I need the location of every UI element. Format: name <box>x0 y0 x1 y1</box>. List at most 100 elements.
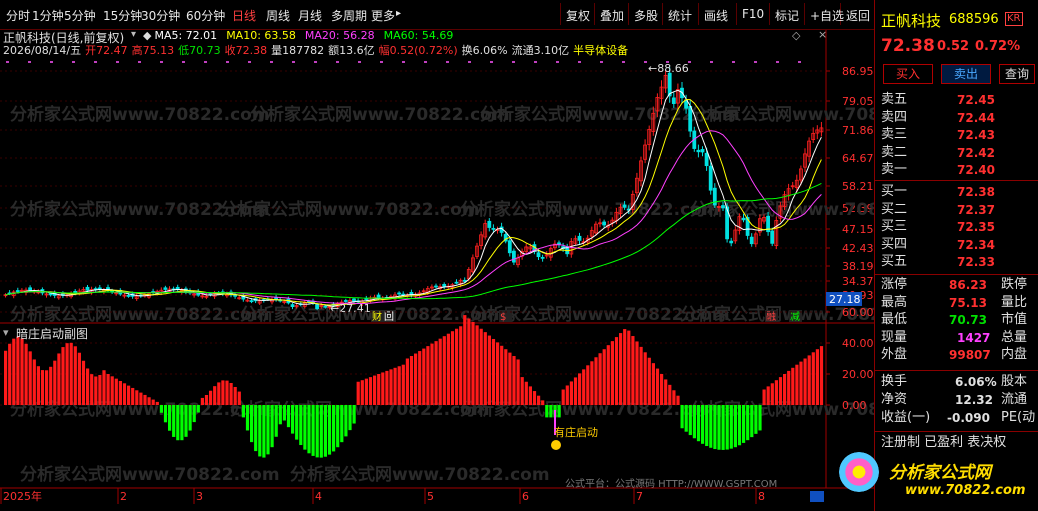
period-tab[interactable]: 多周期 <box>331 7 367 24</box>
period-tab[interactable]: 60分钟 <box>186 7 225 24</box>
sub-bar <box>147 397 151 405</box>
watermark-text: 分析家公式网www.70822.com <box>690 104 874 125</box>
sub-bar <box>393 367 397 405</box>
bid-level-price[interactable]: 72.37 <box>957 202 995 218</box>
chevron-down-icon[interactable]: ▾ <box>3 326 9 339</box>
ma-value: MA5: 72.01 <box>154 29 218 42</box>
toolbar-divider <box>560 3 561 25</box>
toolbar-button[interactable]: F10 <box>742 7 764 21</box>
kline-chart[interactable]: 86.9579.0571.8664.6758.2152.3947.1542.43… <box>0 30 874 511</box>
marker-dot <box>754 61 757 63</box>
sub-bar <box>4 350 8 405</box>
sub-bar <box>737 405 742 446</box>
watermark-text: 分析家公式网www.70822.com <box>10 304 270 325</box>
period-tab[interactable]: 更多 <box>371 7 395 24</box>
candle-body <box>15 290 20 292</box>
sub-bar <box>754 405 758 434</box>
sub-bar <box>602 349 606 405</box>
sub-bar <box>688 405 692 436</box>
period-tab[interactable]: 月线 <box>298 7 322 24</box>
scroll-handle[interactable] <box>810 491 824 502</box>
stat-label: 最低 <box>881 312 908 328</box>
sub-bar <box>701 405 705 444</box>
more-arrow-icon[interactable]: ▸ <box>396 8 401 19</box>
ask-level-price[interactable]: 72.44 <box>957 110 995 126</box>
toolbar-button[interactable]: 多股 <box>634 7 658 24</box>
marker-dot <box>182 61 185 63</box>
sub-bar <box>86 368 90 405</box>
price-change: 0.52 <box>937 39 970 54</box>
event-mark[interactable]: 融 <box>766 311 776 323</box>
period-tab[interactable]: 分时 <box>6 7 30 24</box>
bid-level-price[interactable]: 72.38 <box>957 184 995 200</box>
price-tick-label: 38.19 <box>842 260 874 273</box>
watermark-text: 分析家公式网www.70822.com <box>10 104 270 125</box>
chevron-down-icon[interactable]: ▾ <box>131 29 136 40</box>
event-mark[interactable]: 回 <box>384 311 394 323</box>
marker-dot <box>248 61 251 63</box>
sub-bar <box>672 390 676 405</box>
ask-level-price[interactable]: 72.42 <box>957 145 995 161</box>
trade-button[interactable]: 查询 <box>999 64 1035 84</box>
sub-bar <box>467 318 471 405</box>
last-price: 72.38 <box>881 36 935 56</box>
marker-dot <box>578 61 581 63</box>
toolbar-button[interactable]: 返回 <box>846 7 870 24</box>
trade-button[interactable]: 买入 <box>883 64 933 84</box>
event-mark[interactable]: 减 <box>790 311 800 323</box>
ask-level-label: 卖一 <box>881 162 908 178</box>
toolbar-button[interactable]: 画线 <box>704 7 728 24</box>
stat-label-2: 跌停 <box>1001 277 1028 292</box>
sub-bar <box>409 356 414 405</box>
toolbar-button[interactable]: 标记 <box>775 7 799 24</box>
sub-bar <box>512 356 516 405</box>
candle-body <box>577 235 582 241</box>
sub-bar <box>606 345 610 405</box>
trade-button[interactable]: 卖出 <box>941 64 991 84</box>
period-tab[interactable]: 1分钟 <box>32 7 64 24</box>
sub-bar <box>639 346 643 405</box>
toolbar-button[interactable]: +自选 <box>810 7 844 24</box>
candle-body <box>442 284 447 288</box>
toolbar-divider <box>628 3 629 25</box>
period-tab[interactable]: 5分钟 <box>64 7 96 24</box>
period-tab[interactable]: 30分钟 <box>141 7 180 24</box>
sub-bar <box>819 346 824 405</box>
sub-bar <box>655 368 660 405</box>
toolbar-button[interactable]: 统计 <box>668 7 692 24</box>
sub-chart-title: 暗庄启动副图 <box>16 327 89 341</box>
toolbar-button[interactable]: 叠加 <box>600 7 624 24</box>
sub-bar <box>483 332 487 405</box>
sub-bar <box>446 333 450 405</box>
price-tick-label: 34.37 <box>842 275 874 288</box>
event-mark[interactable]: $ <box>500 312 506 323</box>
ask-level-price[interactable]: 72.43 <box>957 127 995 143</box>
period-tab[interactable]: 15分钟 <box>103 7 142 24</box>
close-icon[interactable]: × <box>818 28 827 41</box>
candle-body <box>249 300 254 303</box>
sub-bar <box>291 405 295 434</box>
bid-level-price[interactable]: 72.34 <box>957 237 995 253</box>
bid-level-price[interactable]: 72.35 <box>957 219 995 235</box>
price-tick-label: 47.15 <box>842 223 874 236</box>
candle-body <box>364 298 369 300</box>
stock-name: 正帆科技 <box>881 12 942 30</box>
ask-level-price[interactable]: 72.45 <box>957 92 995 108</box>
diamond-icon[interactable]: ◇ <box>792 29 800 42</box>
stat-label: 外盘 <box>881 347 908 363</box>
marker-dot <box>622 61 625 63</box>
candle-body <box>688 106 693 132</box>
stat-label-2: 市值 <box>1001 312 1028 328</box>
signal-label: 有庄启动 <box>554 425 598 439</box>
toolbar-button[interactable]: 复权 <box>566 7 590 24</box>
sub-bar <box>53 360 57 405</box>
period-tab[interactable]: 日线 <box>232 7 256 24</box>
date-label: 2 <box>120 490 127 503</box>
sub-bar <box>791 367 795 405</box>
bid-level-price[interactable]: 72.33 <box>957 254 995 270</box>
marker-dot <box>644 61 647 63</box>
candles <box>3 67 824 311</box>
period-tab[interactable]: 周线 <box>266 7 290 24</box>
sub-bar <box>705 405 709 447</box>
ask-level-price[interactable]: 72.40 <box>957 162 995 178</box>
